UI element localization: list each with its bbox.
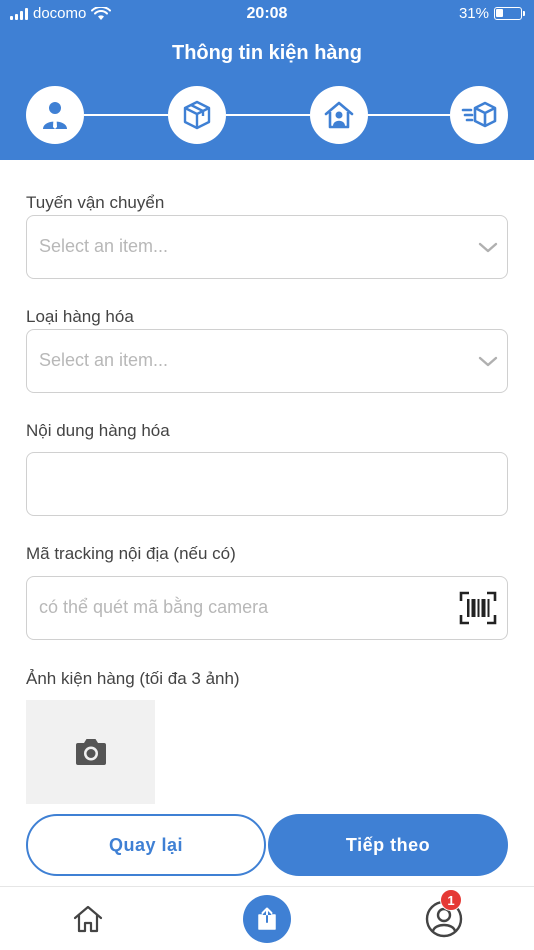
- back-button[interactable]: Quay lại: [26, 814, 266, 876]
- stepper: [26, 86, 508, 144]
- home-icon: [73, 905, 103, 933]
- step-connector: [84, 114, 168, 116]
- content-input[interactable]: [26, 452, 508, 516]
- step-home[interactable]: [310, 86, 368, 144]
- add-photo-button[interactable]: [26, 700, 155, 804]
- route-placeholder: Select an item...: [39, 236, 169, 256]
- tab-upload[interactable]: [237, 887, 297, 950]
- battery-percent: 31%: [458, 5, 489, 22]
- step-connector: [226, 114, 310, 116]
- barcode-scan-icon[interactable]: [459, 591, 497, 625]
- package-icon: [183, 100, 211, 130]
- goods-type-label: Loại hàng hóa: [26, 307, 134, 326]
- photos-label: Ảnh kiện hàng (tối đa 3 ảnh): [26, 669, 240, 688]
- route-select[interactable]: Select an item...: [26, 215, 508, 279]
- tracking-input[interactable]: có thể quét mã bằng camera: [26, 576, 508, 640]
- content-label: Nội dung hàng hóa: [26, 421, 170, 440]
- user-icon: [43, 102, 67, 129]
- tab-bar: 1: [0, 886, 534, 950]
- step-connector: [366, 114, 450, 116]
- status-time: 20:08: [246, 5, 288, 22]
- status-bar: docomo 20:08 31%: [0, 0, 534, 28]
- notification-badge: 1: [440, 889, 462, 911]
- page-title: Thông tin kiện hàng: [172, 42, 362, 64]
- tracking-placeholder: có thể quét mã bằng camera: [39, 597, 269, 617]
- route-label: Tuyến vận chuyển: [26, 193, 165, 212]
- tab-home[interactable]: [58, 887, 118, 950]
- fast-delivery-icon: [461, 101, 497, 128]
- tracking-label: Mã tracking nội địa (nếu có): [26, 544, 236, 563]
- status-right: 31%: [458, 5, 525, 22]
- battery-fill: [496, 9, 503, 17]
- step-delivery[interactable]: [450, 86, 508, 144]
- goods-type-select[interactable]: Select an item...: [26, 329, 508, 393]
- next-button[interactable]: Tiếp theo: [268, 814, 508, 876]
- step-package[interactable]: [168, 86, 226, 144]
- home-user-icon: [324, 101, 354, 129]
- goods-type-placeholder: Select an item...: [39, 350, 169, 370]
- step-user[interactable]: [26, 86, 84, 144]
- share-upload-icon: [258, 907, 276, 930]
- header: docomo 20:08 31% Thông tin kiện hàng: [0, 0, 534, 160]
- camera-icon: [75, 739, 106, 765]
- chevron-down-icon: [478, 242, 498, 253]
- battery-icon: [494, 7, 525, 20]
- chevron-down-icon: [478, 356, 498, 367]
- upload-button[interactable]: [243, 895, 291, 943]
- tab-profile[interactable]: 1: [414, 887, 474, 950]
